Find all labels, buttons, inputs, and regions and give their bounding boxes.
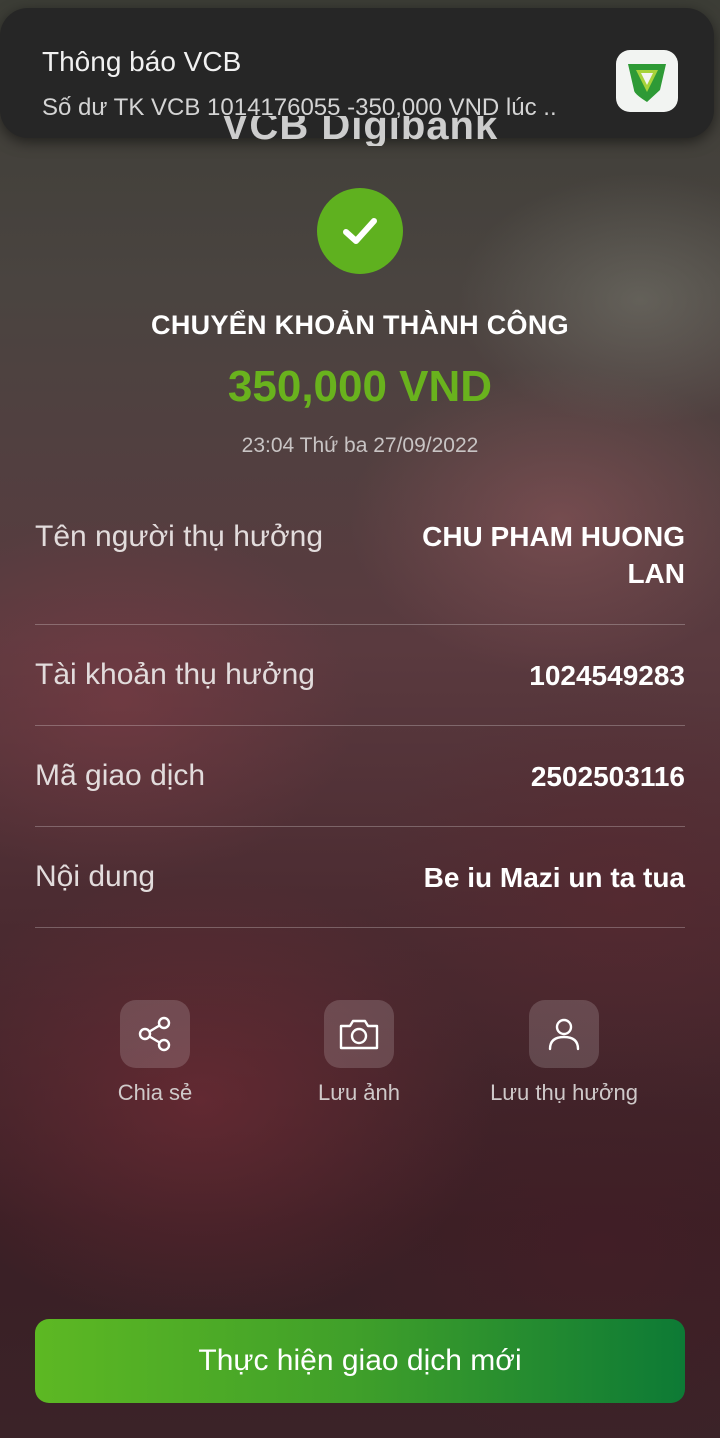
save-image-button[interactable]: Lưu ảnh [259,1000,459,1106]
detail-value: Be iu Mazi un ta tua [423,862,685,893]
notification-title: Thông báo VCB [42,46,242,77]
detail-label: Tên người thụ hưởng [35,520,324,553]
share-icon[interactable] [120,1000,190,1068]
action-label: Lưu ảnh [317,1080,401,1105]
save-beneficiary-button[interactable]: Lưu thụ hưởng [464,1000,664,1106]
detail-row-content: Nội dung Be iu Mazi un ta tua [35,826,685,928]
camera-icon[interactable] [324,1000,394,1068]
detail-label: Tài khoản thụ hưởng [35,658,315,691]
action-label: Lưu thụ hưởng [490,1080,638,1105]
detail-row-beneficiary-name: Tên người thụ hưởng CHU PHAM HUONG LAN [35,518,685,625]
app-brand-title: VCB Digibank [221,116,499,146]
vcb-logo-icon [616,50,678,112]
detail-label: Nội dung [35,860,156,893]
check-icon [317,188,403,274]
detail-value: 2502503116 [530,761,685,792]
transfer-amount: 350,000 VND [227,362,493,411]
action-bar: Chia sẻ Lưu ảnh Lưu thụ hưởng [0,1000,720,1120]
new-transaction-button[interactable]: Thực hiện giao dịch mới [35,1319,685,1403]
transfer-status-title: CHUYỂN KHOẢN THÀNH CÔNG [151,310,569,340]
share-button[interactable]: Chia sẻ [55,1000,255,1106]
user-icon[interactable] [529,1000,599,1068]
detail-value: 1024549283 [529,660,685,691]
detail-row-transaction-id: Mã giao dịch 2502503116 [35,725,685,827]
action-label: Chia sẻ [117,1080,193,1105]
detail-row-beneficiary-account: Tài khoản thụ hưởng 1024549283 [35,624,685,726]
detail-value: CHU PHAM HUONG LAN [422,521,685,589]
detail-label: Mã giao dịch [35,759,206,792]
transfer-datetime: 23:04 Thứ ba 27/09/2022 [241,434,479,457]
